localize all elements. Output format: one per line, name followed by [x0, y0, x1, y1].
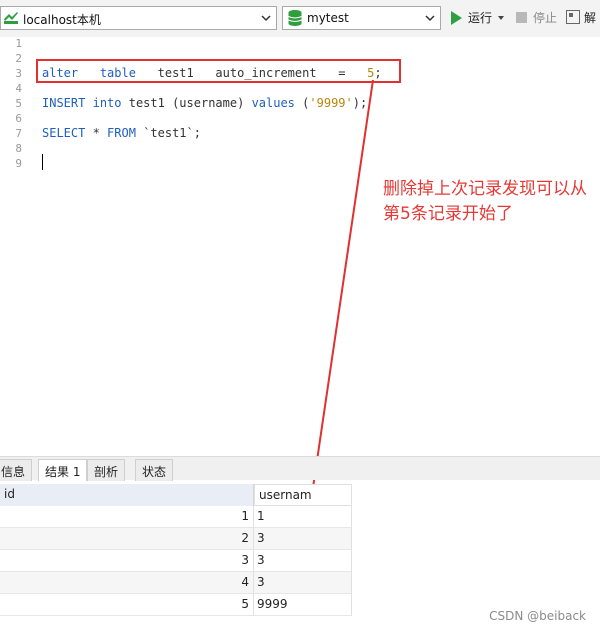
database-label: mytest	[307, 11, 349, 25]
line-number: 7	[15, 127, 22, 140]
stop-icon	[516, 12, 527, 23]
chevron-down-icon	[261, 15, 271, 22]
sql-string: '9999'	[309, 96, 353, 110]
sql-text: `test1`;	[143, 126, 201, 140]
watermark: CSDN @beiback	[489, 609, 586, 623]
explain-label: 解	[584, 11, 597, 25]
database-select[interactable]: mytest	[282, 6, 441, 30]
explain-button[interactable]: 解	[566, 9, 596, 29]
explain-icon	[566, 10, 580, 24]
sql-keyword: into	[92, 96, 122, 110]
cell-username[interactable]: 3	[254, 550, 352, 572]
line-number: 5	[15, 97, 22, 110]
sql-keyword: INSERT	[42, 96, 86, 110]
code-line-5: INSERT into test1 (username) values ('99…	[42, 96, 367, 110]
cell-username[interactable]: 3	[254, 572, 352, 594]
stop-button[interactable]: 停止	[516, 9, 557, 29]
stop-label: 停止	[533, 11, 558, 25]
tab-status[interactable]: 状态	[135, 459, 174, 481]
cell-id[interactable]: 5	[0, 594, 254, 616]
cell-id[interactable]: 3	[0, 550, 254, 572]
cell-id[interactable]: 1	[0, 506, 254, 528]
column-header-username[interactable]: usernam	[254, 484, 352, 506]
line-number: 3	[15, 67, 22, 80]
database-icon	[288, 10, 302, 26]
line-number: 2	[15, 52, 22, 65]
text-cursor	[42, 154, 43, 170]
line-number: 6	[15, 112, 22, 125]
line-number-gutter: 1 2 3 4 5 6 7 8 9	[0, 37, 26, 453]
table-row[interactable]: 4 3	[0, 572, 352, 594]
cell-username[interactable]: 3	[254, 528, 352, 550]
column-header-id[interactable]: id	[0, 484, 254, 506]
sql-keyword: FROM	[107, 126, 136, 140]
cell-id[interactable]: 2	[0, 528, 254, 550]
tab-result-1[interactable]: 结果 1	[38, 459, 88, 481]
connection-icon	[4, 12, 18, 24]
dropdown-arrow-icon[interactable]	[498, 16, 505, 20]
connection-select[interactable]: localhost本机	[0, 6, 277, 30]
table-row[interactable]: 3 3	[0, 550, 352, 572]
cell-username[interactable]: 9999	[254, 594, 352, 616]
table-row[interactable]: 2 3	[0, 528, 352, 550]
sql-keyword: values	[251, 96, 295, 110]
result-tabs: 信息 结果 1 剖析 状态	[0, 456, 600, 481]
cell-username[interactable]: 1	[254, 506, 352, 528]
line-number: 9	[15, 157, 22, 170]
play-icon	[451, 11, 462, 25]
tab-profile[interactable]: 剖析	[87, 459, 126, 481]
sql-keyword: SELECT	[42, 126, 86, 140]
connection-label: localhost本机	[23, 13, 101, 27]
toolbar: localhost本机 mytest 运行 停止 解	[0, 0, 600, 37]
sql-text: test1 (username)	[128, 96, 245, 110]
table-row[interactable]: 5 9999	[0, 594, 352, 616]
sql-text: *	[92, 126, 108, 140]
line-number: 4	[15, 82, 22, 95]
run-label: 运行	[468, 11, 493, 25]
sql-text: );	[352, 96, 368, 110]
chevron-down-icon	[425, 15, 435, 22]
line-number: 8	[15, 142, 22, 155]
sql-editor[interactable]: 1 2 3 4 5 6 7 8 9 alter table test1 auto…	[0, 37, 600, 453]
annotation-text: 删除掉上次记录发现可以从第5条记录开始了	[383, 179, 587, 224]
annotation-highlight-box	[36, 59, 401, 83]
cell-id[interactable]: 4	[0, 572, 254, 594]
table-row[interactable]: 1 1	[0, 506, 352, 528]
run-button[interactable]: 运行	[451, 9, 505, 29]
line-number: 1	[15, 37, 22, 50]
code-line-7: SELECT * FROM `test1`;	[42, 126, 201, 140]
tab-info[interactable]: 信息	[0, 459, 33, 481]
